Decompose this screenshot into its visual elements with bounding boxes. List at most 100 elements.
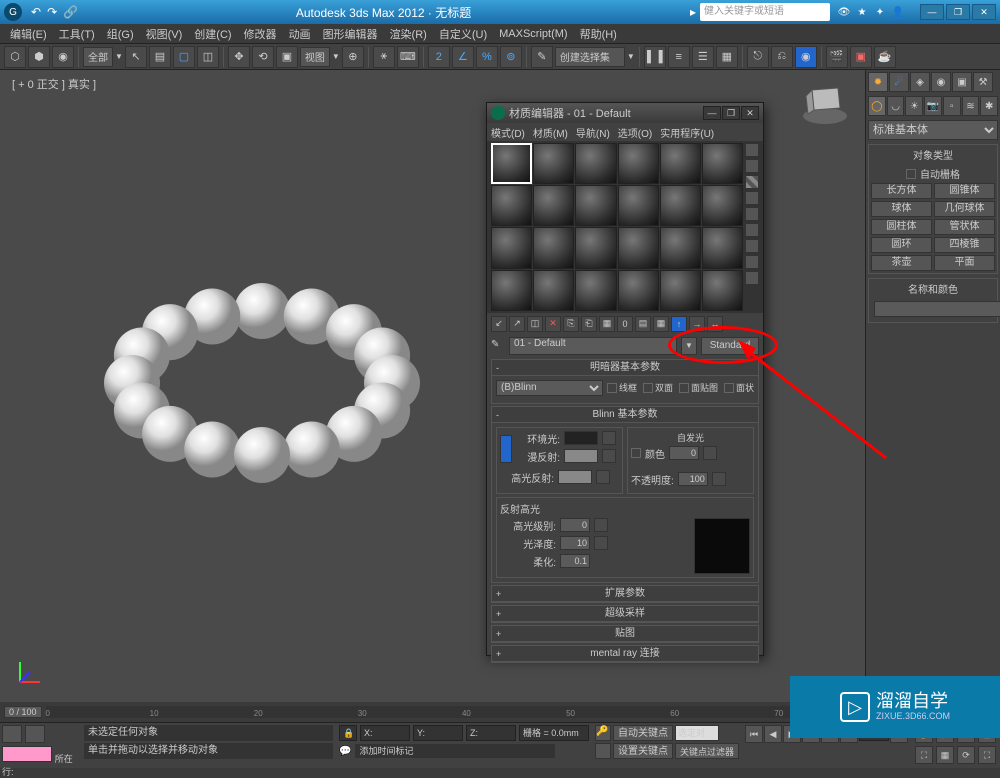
gloss-spinner[interactable]: 10 xyxy=(560,536,590,550)
background-icon[interactable] xyxy=(745,175,759,189)
facemap-checkbox[interactable] xyxy=(679,383,689,393)
primitive-button[interactable]: 平面 xyxy=(934,255,995,271)
show-map-icon[interactable]: ▤ xyxy=(635,316,651,332)
me-restore-button[interactable]: ❐ xyxy=(722,106,740,120)
close-button[interactable]: ✕ xyxy=(972,4,996,20)
diffuse-swatch[interactable] xyxy=(564,449,598,463)
specular-map-button[interactable] xyxy=(596,470,610,484)
pivot-icon[interactable]: ⊕ xyxy=(342,46,364,68)
assign-material-icon[interactable]: ◫ xyxy=(527,316,543,332)
undo-icon[interactable]: ↶ xyxy=(31,5,41,19)
scale-icon[interactable]: ▣ xyxy=(276,46,298,68)
orbit-icon[interactable]: ⟳ xyxy=(957,746,975,764)
sample-uv-icon[interactable] xyxy=(745,191,759,205)
make-unique-icon[interactable]: ⎗ xyxy=(581,316,597,332)
minmax-icon[interactable]: ⛶ xyxy=(978,746,996,764)
material-slot[interactable] xyxy=(575,143,616,184)
gloss-map-button[interactable] xyxy=(594,536,608,550)
menu-tools[interactable]: 工具(T) xyxy=(53,26,101,42)
lock-icon[interactable] xyxy=(25,725,45,743)
diffuse-map-button[interactable] xyxy=(602,449,616,463)
primitive-button[interactable]: 茶壶 xyxy=(871,255,932,271)
cameras-tab[interactable]: 📷 xyxy=(924,96,942,116)
layers-icon[interactable]: ☰ xyxy=(692,46,714,68)
sample-type-icon[interactable] xyxy=(745,143,759,157)
material-slot[interactable] xyxy=(660,270,701,311)
utilities-tab[interactable]: ⚒ xyxy=(973,72,993,92)
spacewarps-tab[interactable]: ≋ xyxy=(962,96,980,116)
shader-dropdown[interactable]: (B)Blinn xyxy=(496,380,603,396)
geometry-tab[interactable]: ◯ xyxy=(868,96,886,116)
key-filter-button[interactable]: 关键点过滤器 xyxy=(675,743,739,759)
selected-input[interactable]: 选定对 xyxy=(675,725,719,741)
lights-tab[interactable]: ☀ xyxy=(905,96,923,116)
ambient-swatch[interactable] xyxy=(564,431,598,445)
menu-help[interactable]: 帮助(H) xyxy=(574,26,623,42)
systems-tab[interactable]: ✱ xyxy=(980,96,998,116)
ref-coord-system[interactable]: 视图 xyxy=(300,47,330,67)
edit-named-sel-icon[interactable]: ✎ xyxy=(531,46,553,68)
location-button[interactable] xyxy=(2,746,52,762)
ambient-map-button[interactable] xyxy=(602,431,616,445)
manipulate-icon[interactable]: ⚹ xyxy=(373,46,395,68)
selection-filter[interactable]: 全部 xyxy=(83,47,113,67)
select-by-material-icon[interactable] xyxy=(745,255,759,269)
go-parent-icon[interactable]: ↑ xyxy=(671,316,687,332)
material-slot[interactable] xyxy=(618,185,659,226)
helpers-tab[interactable]: ▫ xyxy=(943,96,961,116)
snap-2d-icon[interactable]: 2 xyxy=(428,46,450,68)
selfillum-checkbox[interactable] xyxy=(631,448,641,458)
wire-checkbox[interactable] xyxy=(607,383,617,393)
material-id-icon[interactable]: 0 xyxy=(617,316,633,332)
primitive-button[interactable]: 管状体 xyxy=(934,219,995,235)
snap-percent-icon[interactable]: % xyxy=(476,46,498,68)
material-slot[interactable] xyxy=(575,227,616,268)
get-material-icon[interactable]: ↙ xyxy=(491,316,507,332)
script-listener-icon[interactable]: 💬 xyxy=(339,746,351,757)
material-slot[interactable] xyxy=(660,143,701,184)
create-tab[interactable]: ✹ xyxy=(868,72,888,92)
time-config-icon[interactable] xyxy=(2,725,22,743)
put-to-library-icon[interactable]: ▦ xyxy=(599,316,615,332)
video-color-icon[interactable] xyxy=(745,207,759,221)
schematic-icon[interactable]: ⎌ xyxy=(771,46,793,68)
z-coord[interactable]: Z: xyxy=(466,725,516,741)
material-slot[interactable] xyxy=(702,270,743,311)
snap-angle-icon[interactable]: ∠ xyxy=(452,46,474,68)
modify-tab[interactable]: ☄ xyxy=(889,72,909,92)
me-menu-mode[interactable]: 模式(D) xyxy=(491,125,525,140)
opacity-map-button[interactable] xyxy=(712,472,726,486)
set-key-icon[interactable] xyxy=(595,743,611,759)
keyboard-icon[interactable]: ⌨ xyxy=(397,46,419,68)
unlink-icon[interactable]: ⬢ xyxy=(28,46,50,68)
material-slot[interactable] xyxy=(533,227,574,268)
soften-spinner[interactable]: 0.1 xyxy=(560,554,590,568)
link-icon[interactable]: 🔗 xyxy=(63,5,78,19)
primitive-button[interactable]: 四棱锥 xyxy=(934,237,995,253)
material-slot[interactable] xyxy=(491,143,532,184)
set-key-button[interactable]: 设置关键点 xyxy=(613,743,673,759)
material-slot[interactable] xyxy=(618,143,659,184)
material-slot[interactable] xyxy=(533,143,574,184)
window-crossing-icon[interactable]: ◫ xyxy=(197,46,219,68)
primitive-button[interactable]: 几何球体 xyxy=(934,201,995,217)
material-editor-titlebar[interactable]: 材质编辑器 - 01 - Default — ❐ ✕ xyxy=(487,103,763,123)
pick-material-icon[interactable]: ✎ xyxy=(491,339,505,353)
primitive-button[interactable]: 长方体 xyxy=(871,183,932,199)
rotate-icon[interactable]: ⟲ xyxy=(252,46,274,68)
curve-editor-icon[interactable]: ⎋ xyxy=(747,46,769,68)
redo-icon[interactable]: ↷ xyxy=(47,5,57,19)
extended-header[interactable]: +扩展参数 xyxy=(492,586,758,602)
time-tag[interactable]: 添加时间标记 xyxy=(355,744,555,758)
spec-level-spinner[interactable]: 0 xyxy=(560,518,590,532)
me-menu-utilities[interactable]: 实用程序(U) xyxy=(660,125,714,140)
backlight-icon[interactable] xyxy=(745,159,759,173)
material-slot[interactable] xyxy=(660,185,701,226)
me-minimize-button[interactable]: — xyxy=(703,106,721,120)
menu-maxscript[interactable]: MAXScript(M) xyxy=(493,28,573,40)
display-tab[interactable]: ▣ xyxy=(952,72,972,92)
menu-edit[interactable]: 编辑(E) xyxy=(4,26,53,42)
material-slot[interactable] xyxy=(618,270,659,311)
make-copy-icon[interactable]: ⎘ xyxy=(563,316,579,332)
render-setup-icon[interactable]: 🎬 xyxy=(826,46,848,68)
